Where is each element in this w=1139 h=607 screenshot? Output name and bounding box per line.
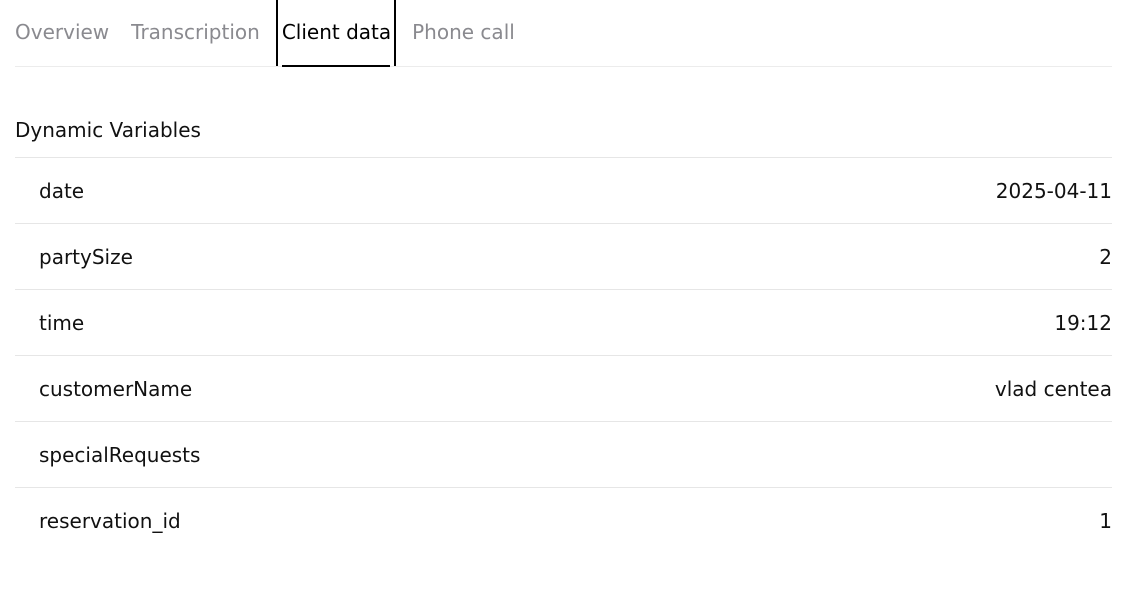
variable-row: customerName vlad centea xyxy=(15,356,1112,422)
dynamic-variables-list: date 2025-04-11 partySize 2 time 19:12 c… xyxy=(15,157,1112,554)
variable-key: customerName xyxy=(39,376,193,401)
variable-key: partySize xyxy=(39,244,133,269)
variable-row: reservation_id 1 xyxy=(15,488,1112,554)
variable-key: time xyxy=(39,310,85,335)
tab-overview[interactable]: Overview xyxy=(15,0,109,66)
variable-key: specialRequests xyxy=(39,442,201,467)
variable-row: time 19:12 xyxy=(15,290,1112,356)
tab-transcription[interactable]: Transcription xyxy=(131,0,260,66)
variable-row: partySize 2 xyxy=(15,224,1112,290)
variable-key: reservation_id xyxy=(39,509,181,533)
variable-row: date 2025-04-11 xyxy=(15,158,1112,224)
variable-value: 2 xyxy=(1099,244,1112,269)
variable-value: 1 xyxy=(1099,509,1112,533)
variable-row: specialRequests xyxy=(15,422,1112,488)
variable-value: vlad centea xyxy=(994,376,1112,401)
tab-client-data[interactable]: Client data xyxy=(275,0,397,67)
tab-bar: Overview Transcription Client data Phone… xyxy=(15,0,1112,67)
variable-value: 19:12 xyxy=(1054,310,1112,335)
section-title: Dynamic Variables xyxy=(15,118,201,142)
variable-value: 2025-04-11 xyxy=(995,178,1112,203)
variable-key: date xyxy=(39,178,85,203)
page: Overview Transcription Client data Phone… xyxy=(0,0,1139,607)
tab-phone-call[interactable]: Phone call xyxy=(412,0,515,66)
